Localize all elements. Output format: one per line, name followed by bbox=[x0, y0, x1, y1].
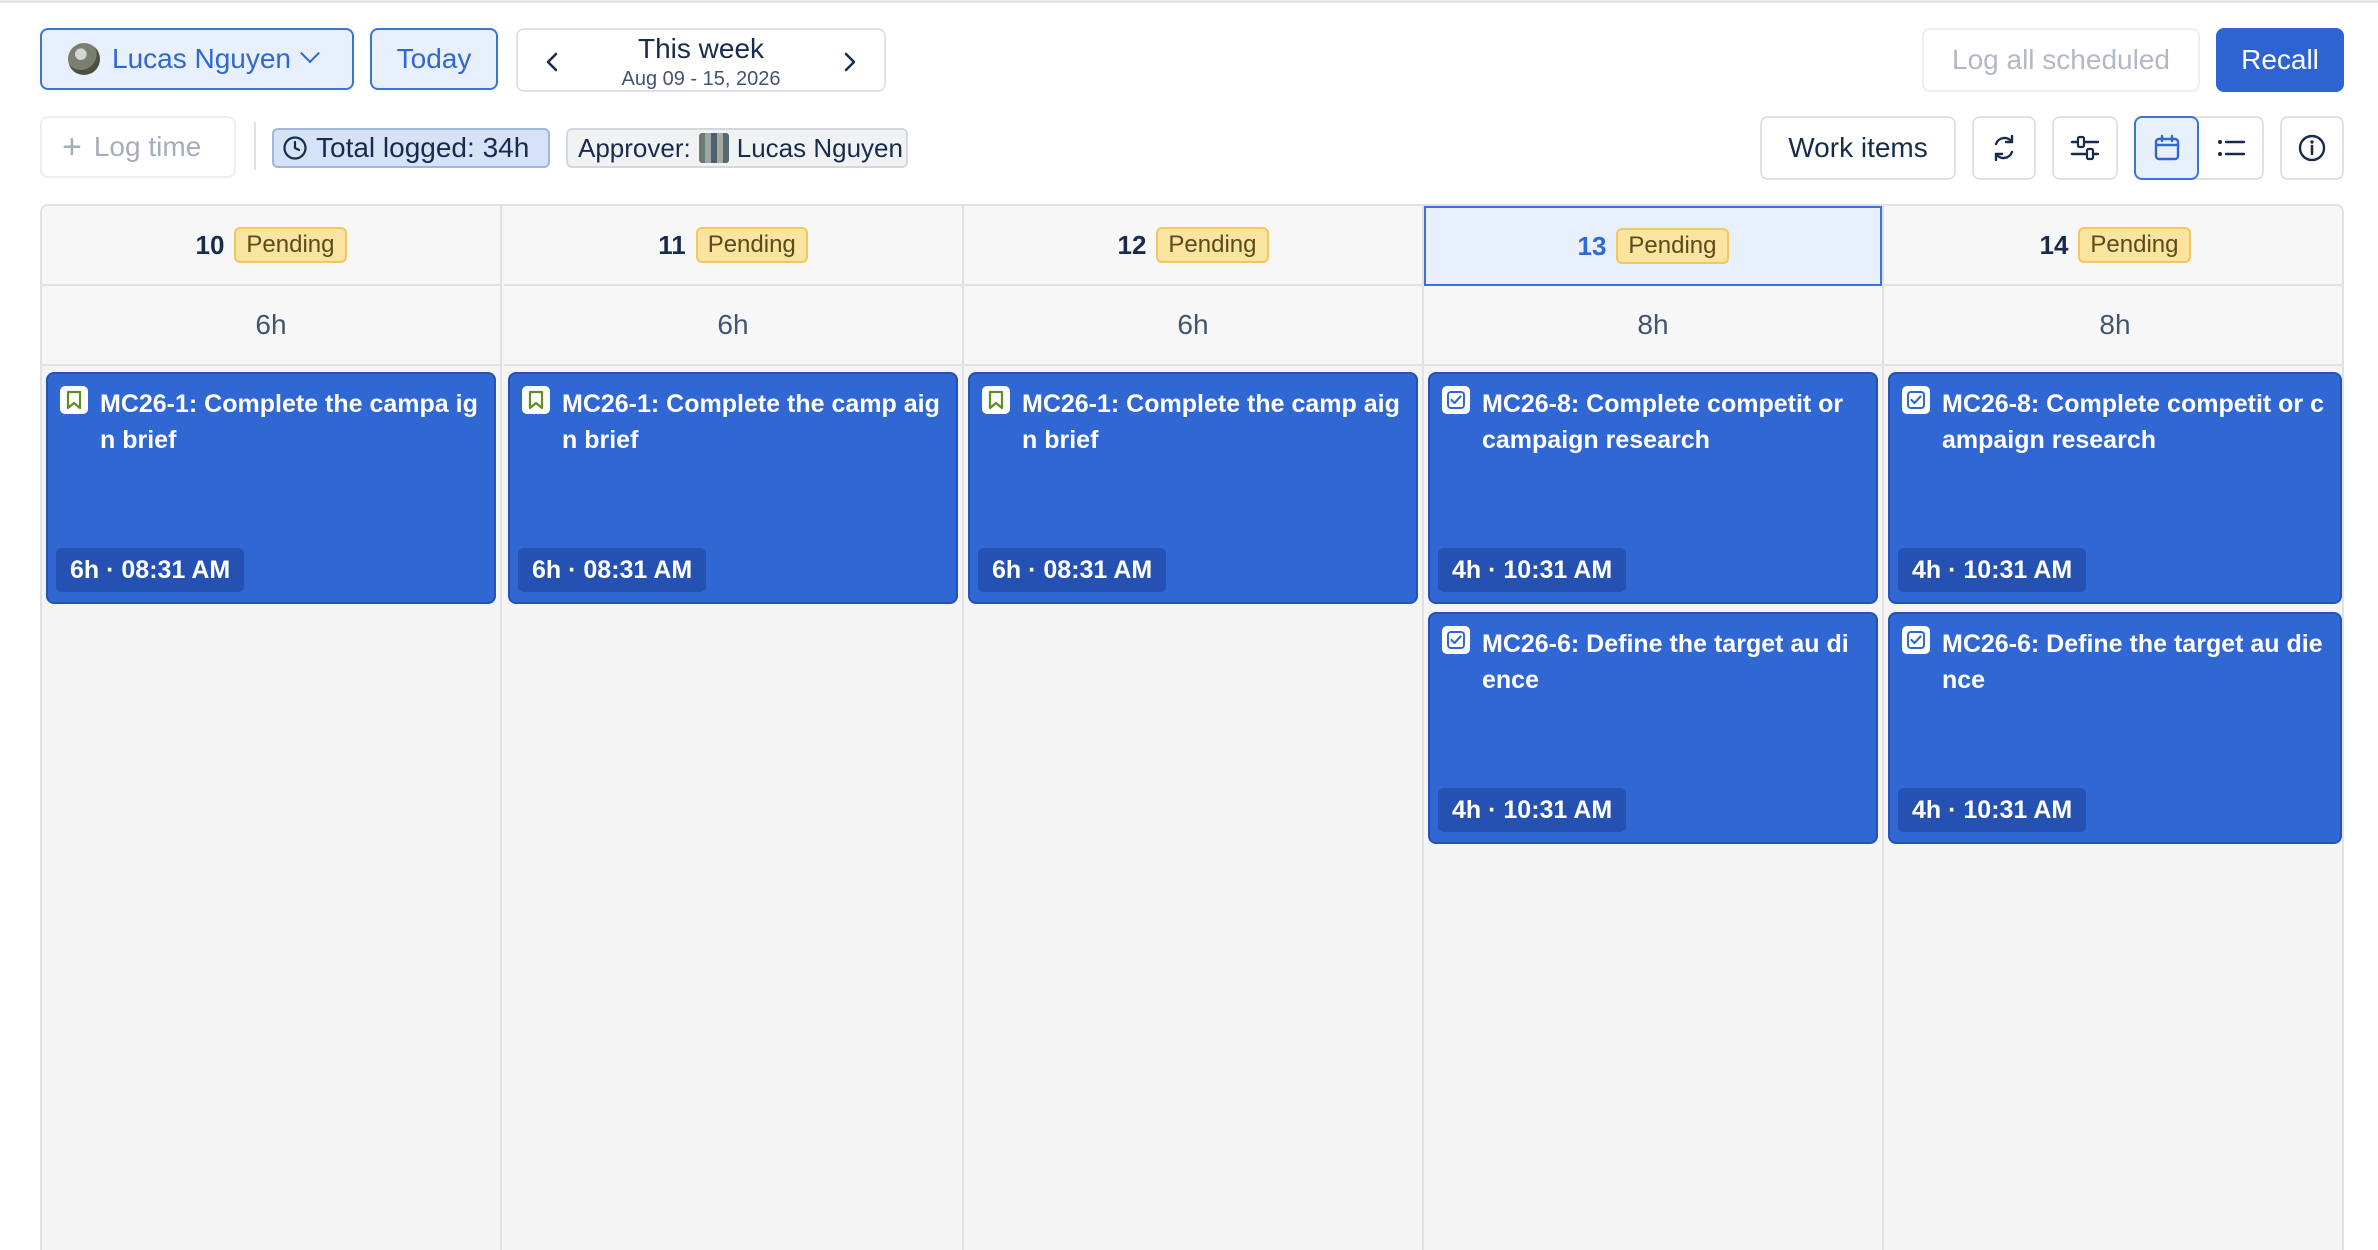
info-icon bbox=[2298, 134, 2326, 162]
day-column: 11 Pending 6h MC26-1: Complete the camp … bbox=[504, 206, 964, 1250]
work-items-button[interactable]: Work items bbox=[1760, 116, 1956, 180]
entry-duration-time: 6h · 08:31 AM bbox=[56, 548, 245, 592]
day-column: 14 Pending 8h MC26-8: Complete competit … bbox=[1884, 206, 2342, 1250]
day-number: 14 bbox=[2039, 229, 2069, 260]
checkbox-icon bbox=[1902, 386, 1930, 414]
recall-button[interactable]: Recall bbox=[2216, 28, 2344, 92]
day-number: 10 bbox=[195, 229, 225, 260]
entry-title: MC26-1: Complete the camp aign brief bbox=[562, 390, 940, 454]
log-all-scheduled-button[interactable]: Log all scheduled bbox=[1922, 28, 2200, 92]
filter-settings-button[interactable] bbox=[2052, 116, 2118, 180]
toolbar-divider bbox=[254, 122, 256, 170]
log-time-label: Log time bbox=[93, 131, 202, 162]
time-entry-card[interactable]: MC26-1: Complete the camp aign brief 6h … bbox=[968, 372, 1418, 604]
week-range: Aug 09 - 15, 2026 bbox=[621, 68, 781, 90]
total-logged-chip: Total logged: 34h bbox=[272, 128, 550, 168]
entry-title: MC26-8: Complete competit or campaign re… bbox=[1942, 390, 2325, 454]
checkbox-icon bbox=[1442, 386, 1470, 414]
calendar-icon bbox=[2154, 134, 2179, 161]
status-badge: Pending bbox=[1156, 227, 1269, 263]
day-header-today[interactable]: 13 Pending bbox=[1424, 206, 1882, 286]
day-total-hours: 6h bbox=[42, 286, 500, 366]
day-number: 12 bbox=[1117, 229, 1147, 260]
day-column: 10 Pending 6h MC26-1: Complete the campa… bbox=[42, 206, 502, 1250]
entry-title: MC26-6: Define the target au dience bbox=[1942, 630, 2323, 694]
chevron-right-icon[interactable] bbox=[840, 50, 860, 74]
total-logged-label: Total logged: 34h bbox=[316, 132, 530, 163]
entry-title: MC26-6: Define the target au dience bbox=[1482, 630, 1849, 694]
user-selector-button[interactable]: Lucas Nguyen bbox=[40, 28, 354, 90]
info-button[interactable] bbox=[2280, 116, 2344, 180]
week-navigator: This week Aug 09 - 15, 2026 bbox=[516, 28, 886, 92]
checkbox-icon bbox=[1442, 626, 1470, 654]
day-total-hours: 6h bbox=[504, 286, 962, 366]
day-column: 12 Pending 6h MC26-1: Complete the camp … bbox=[964, 206, 1424, 1250]
day-column: 13 Pending 8h MC26-8: Complete competit … bbox=[1424, 206, 1884, 1250]
time-entry-card[interactable]: MC26-6: Define the target au dience 4h ·… bbox=[1888, 612, 2342, 844]
approver-chip: Approver: Lucas Nguyen bbox=[566, 128, 908, 168]
day-number: 13 bbox=[1577, 230, 1607, 261]
day-total-hours: 8h bbox=[1884, 286, 2342, 366]
view-toggle bbox=[2134, 116, 2264, 180]
avatar bbox=[68, 43, 100, 75]
calendar-view-button[interactable] bbox=[2134, 116, 2200, 180]
chevron-down-icon bbox=[300, 43, 320, 64]
entry-title: MC26-1: Complete the campa ign brief bbox=[100, 390, 478, 454]
entry-duration-time: 6h · 08:31 AM bbox=[518, 548, 707, 592]
status-badge: Pending bbox=[695, 227, 808, 263]
entry-duration-time: 4h · 10:31 AM bbox=[1898, 548, 2087, 592]
day-header[interactable]: 12 Pending bbox=[964, 206, 1422, 286]
time-entry-card[interactable]: MC26-8: Complete competit or campaign re… bbox=[1888, 372, 2342, 604]
list-icon bbox=[2217, 140, 2245, 156]
plus-icon: + bbox=[62, 128, 82, 166]
status-badge: Pending bbox=[234, 227, 347, 263]
entry-duration-time: 6h · 08:31 AM bbox=[978, 548, 1167, 592]
user-name-label: Lucas Nguyen bbox=[112, 43, 292, 74]
entry-title: MC26-1: Complete the camp aign brief bbox=[1022, 390, 1400, 454]
status-badge: Pending bbox=[1616, 228, 1729, 264]
entry-duration-time: 4h · 10:31 AM bbox=[1438, 788, 1627, 832]
time-entry-card[interactable]: MC26-6: Define the target au dience 4h ·… bbox=[1428, 612, 1878, 844]
day-total-hours: 6h bbox=[964, 286, 1422, 366]
status-badge: Pending bbox=[2078, 227, 2191, 263]
refresh-icon bbox=[1994, 134, 2014, 162]
day-number: 11 bbox=[658, 229, 686, 260]
day-total-hours: 8h bbox=[1424, 286, 1882, 366]
entry-duration-time: 4h · 10:31 AM bbox=[1898, 788, 2087, 832]
log-time-button[interactable]: + Log time bbox=[40, 116, 236, 178]
refresh-button[interactable] bbox=[1972, 116, 2036, 180]
approver-label: Approver: bbox=[578, 132, 691, 163]
time-entry-card[interactable]: MC26-8: Complete competit or campaign re… bbox=[1428, 372, 1878, 604]
bookmark-icon bbox=[522, 386, 550, 414]
entry-title: MC26-8: Complete competit or campaign re… bbox=[1482, 390, 1844, 454]
day-header[interactable]: 11 Pending bbox=[504, 206, 962, 286]
bookmark-icon bbox=[60, 386, 88, 414]
list-view-button[interactable] bbox=[2199, 118, 2262, 178]
bookmark-icon bbox=[982, 386, 1010, 414]
clock-icon bbox=[283, 136, 307, 160]
time-entry-card[interactable]: MC26-1: Complete the campa ign brief 6h … bbox=[46, 372, 496, 604]
today-button[interactable]: Today bbox=[370, 28, 498, 90]
week-calendar: 10 Pending 6h MC26-1: Complete the campa… bbox=[40, 204, 2344, 1250]
approver-name: Lucas Nguyen bbox=[736, 132, 903, 163]
week-title: This week bbox=[637, 33, 765, 64]
day-header[interactable]: 10 Pending bbox=[42, 206, 500, 286]
sliders-icon bbox=[2070, 135, 2100, 161]
checkbox-icon bbox=[1902, 626, 1930, 654]
top-border bbox=[0, 0, 2378, 4]
day-header[interactable]: 14 Pending bbox=[1884, 206, 2342, 286]
entry-duration-time: 4h · 10:31 AM bbox=[1438, 548, 1627, 592]
time-entry-card[interactable]: MC26-1: Complete the camp aign brief 6h … bbox=[508, 372, 958, 604]
approver-avatar bbox=[698, 133, 729, 163]
